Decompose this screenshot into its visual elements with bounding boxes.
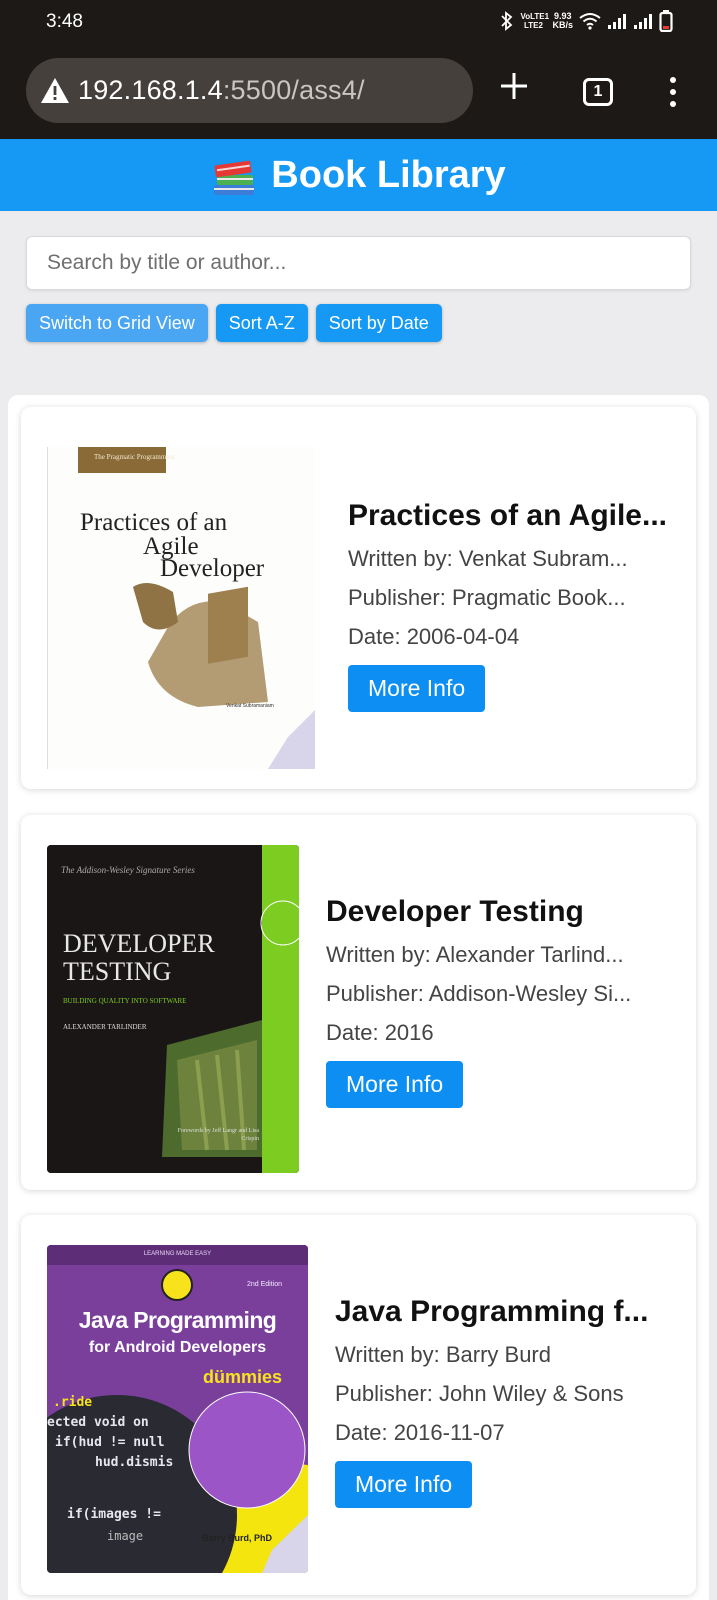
battery-icon <box>659 10 673 32</box>
book-list: The Pragmatic Programmers Practices of a… <box>8 395 709 1600</box>
cover-author: Barry Burd, PhD <box>202 1533 273 1543</box>
network-speed: 9.93 KB/s <box>552 12 573 30</box>
speed-unit: KB/s <box>552 20 573 30</box>
book-card: LEARNING MADE EASY 2nd Edition Java Prog… <box>21 1215 696 1595</box>
cover-subtitle: BUILDING QUALITY INTO SOFTWARE <box>63 997 187 1005</box>
cover-series: The Pragmatic Programmers <box>94 453 175 461</box>
app-header: Book Library <box>0 139 717 211</box>
book-card: The Addison-Wesley Signature Series DEVE… <box>21 815 696 1190</box>
cover-foreword: Forewords by Jeff Langr and Lisa Crispin <box>177 1128 259 1142</box>
signal-icon <box>608 14 626 29</box>
book-cover: The Pragmatic Programmers Practices of a… <box>47 447 315 769</box>
status-time: 3:48 <box>46 11 83 32</box>
book-cover: The Addison-Wesley Signature Series DEVE… <box>47 845 299 1173</box>
book-date: Date: 2006-04-04 <box>348 624 520 649</box>
network-label: VoLTE1 LTE2 <box>520 12 550 30</box>
more-info-button[interactable]: More Info <box>335 1461 473 1508</box>
cover-title-2: TESTING <box>63 957 172 986</box>
menu-icon[interactable] <box>670 77 676 113</box>
status-icons: VoLTE1 LTE2 9.93 KB/s <box>500 10 673 32</box>
bluetooth-icon <box>501 11 513 31</box>
page-title: Book Library <box>271 153 506 196</box>
grid-view-button[interactable]: Switch to Grid View <box>26 304 208 342</box>
book-author: Written by: Alexander Tarlind... <box>326 942 624 967</box>
status-bar: 3:48 VoLTE1 LTE2 9.93 KB/s <box>0 0 717 44</box>
cover-banner: LEARNING MADE EASY <box>143 1251 212 1257</box>
signal-icon <box>634 14 652 29</box>
book-publisher: Publisher: Pragmatic Book... <box>348 585 626 610</box>
url-text[interactable]: 192.168.1.4:5500/ass4/ <box>78 75 365 106</box>
book-publisher: Publisher: John Wiley & Sons <box>335 1381 624 1406</box>
book-cover: LEARNING MADE EASY 2nd Edition Java Prog… <box>47 1245 308 1573</box>
cover-author: Venkat Subramaniam <box>226 703 274 709</box>
book-info: Developer Testing Written by: Alexander … <box>326 895 631 1108</box>
cover-code-3: if(hud != null <box>55 1435 165 1450</box>
book-author: Written by: Venkat Subram... <box>348 546 628 571</box>
book-publisher: Publisher: Addison-Wesley Si... <box>326 981 632 1006</box>
cover-code-2: ected void on <box>47 1415 149 1430</box>
more-info-button[interactable]: More Info <box>348 665 486 712</box>
cover-author: ALEXANDER TARLINDER <box>63 1023 147 1031</box>
book-author: Written by: Barry Burd <box>335 1342 551 1367</box>
cover-series: The Addison-Wesley Signature Series <box>61 865 195 875</box>
cover-edition: 2nd Edition <box>247 1281 283 1288</box>
wifi-icon <box>579 13 601 30</box>
book-title: Practices of an Agile... <box>348 499 667 532</box>
controls-row: Switch to Grid View Sort A-Z Sort by Dat… <box>26 304 442 342</box>
book-title: Developer Testing <box>326 895 584 928</box>
url-host: 192.168.1.4 <box>78 75 223 105</box>
url-path: :5500/ass4/ <box>222 75 365 105</box>
sort-az-button[interactable]: Sort A-Z <box>215 304 308 342</box>
cover-title-2: for Android Developers <box>88 1339 267 1356</box>
books-icon <box>214 160 255 195</box>
cover-code-5: if(images != <box>67 1507 161 1522</box>
address-bar[interactable]: 192.168.1.4:5500/ass4/ <box>26 58 473 123</box>
book-card: The Pragmatic Programmers Practices of a… <box>21 407 696 789</box>
cover-code-1: .ride <box>53 1395 93 1410</box>
warning-icon[interactable] <box>40 77 70 104</box>
book-title: Java Programming f... <box>335 1295 649 1328</box>
plus-icon[interactable] <box>500 72 528 100</box>
sort-date-button[interactable]: Sort by Date <box>315 304 442 342</box>
tabs-icon[interactable]: 1 <box>583 78 613 106</box>
cover-title-1: DEVELOPER <box>63 929 215 958</box>
cover-art <box>78 447 315 769</box>
book-date: Date: 2016 <box>326 1020 434 1045</box>
more-info-button[interactable]: More Info <box>326 1061 464 1108</box>
cover-title-1: Java Programming <box>78 1307 277 1333</box>
book-date: Date: 2016-11-07 <box>335 1420 505 1445</box>
book-info: Java Programming f... Written by: Barry … <box>335 1295 648 1508</box>
cover-code-4: hud.dismis <box>95 1455 174 1470</box>
search-input[interactable] <box>26 236 691 290</box>
cover-code-6: image <box>107 1529 144 1543</box>
cover-brand: dümmies <box>203 1367 283 1387</box>
book-info: Practices of an Agile... Written by: Ven… <box>348 499 667 712</box>
cover-art <box>47 845 299 1173</box>
browser-toolbar: 192.168.1.4:5500/ass4/ 1 <box>0 44 717 139</box>
cover-title-3: Developer <box>160 555 265 582</box>
